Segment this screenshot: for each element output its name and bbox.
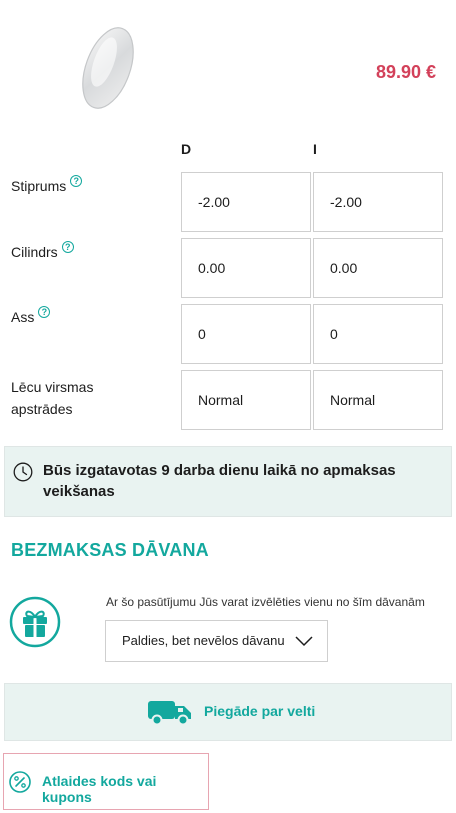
row-label-line1: Lēcu virsmas: [11, 379, 94, 395]
help-icon[interactable]: ?: [70, 175, 83, 187]
row-label-text: Stiprums: [11, 178, 67, 194]
cylinder-right-select[interactable]: 0.00: [181, 238, 311, 298]
gift-select[interactable]: Paldies, bet nevēlos dāvanu: [105, 620, 328, 662]
help-icon[interactable]: ?: [38, 306, 51, 318]
coating-right-select[interactable]: Normal: [181, 370, 311, 430]
coating-left-select[interactable]: Normal: [313, 370, 443, 430]
product-price: 89.90 €: [375, 62, 436, 82]
coupon-label: Atlaides kods vai kupons: [42, 773, 157, 805]
clock-icon: [13, 462, 33, 482]
row-label-axis: Ass?: [11, 306, 51, 328]
sphere-left-select[interactable]: -2.00: [313, 172, 443, 232]
row-label-coating: Lēcu virsmas apstrādes: [11, 376, 93, 420]
truck-icon: [148, 701, 191, 726]
gift-icon: [9, 596, 61, 648]
column-header-right-eye: D: [181, 141, 192, 157]
row-label-line2: apstrādes: [11, 401, 73, 417]
percent-icon: [9, 771, 31, 793]
row-label-text: Ass: [11, 309, 35, 325]
production-time-notice: Būs izgatavotas 9 darba dienu laikā no a…: [4, 446, 452, 517]
axis-right-select[interactable]: 0: [181, 304, 311, 364]
row-label-cylinder: Cilindrs?: [11, 241, 74, 263]
lens-image: [82, 27, 134, 109]
gift-section-title: BEZMAKSAS DĀVANA: [11, 540, 209, 560]
gift-description: Ar šo pasūtījumu Jūs varat izvēlēties vi…: [106, 595, 425, 609]
cylinder-left-select[interactable]: 0.00: [313, 238, 443, 298]
row-label-text: Cilindrs: [11, 244, 58, 260]
notice-text: Būs izgatavotas 9 darba dienu laikā no a…: [43, 462, 396, 500]
coupon-toggle[interactable]: Atlaides kods vai kupons: [3, 753, 209, 810]
axis-left-select[interactable]: 0: [313, 304, 443, 364]
sphere-right-select[interactable]: -2.00: [181, 172, 311, 232]
column-header-left-eye: I: [313, 141, 317, 157]
gift-select-value: Paldies, bet nevēlos dāvanu: [122, 633, 285, 648]
row-label-sphere: Stiprums?: [11, 175, 83, 197]
free-delivery-banner: Piegāde par velti: [4, 683, 452, 741]
help-icon[interactable]: ?: [61, 241, 74, 253]
chevron-down-icon: [295, 636, 313, 647]
delivery-label: Piegāde par velti: [204, 703, 316, 719]
